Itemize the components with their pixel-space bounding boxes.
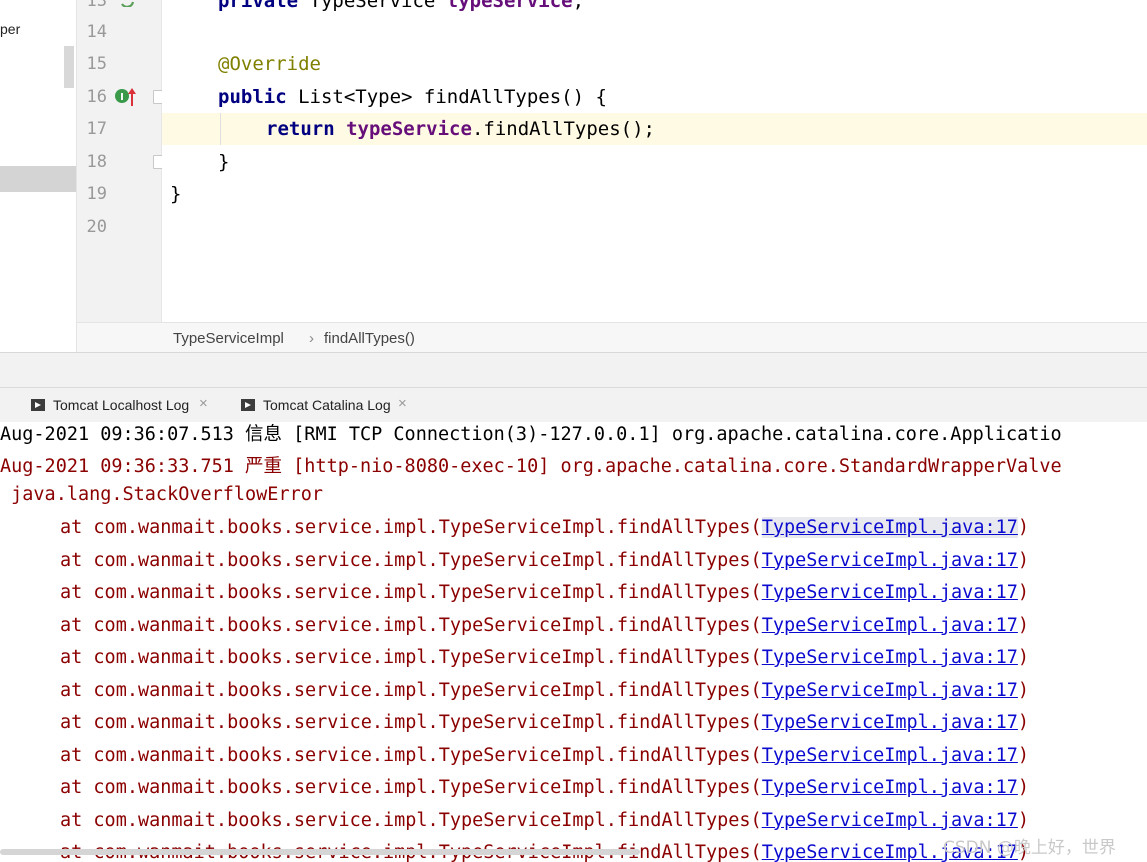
trace-frame: at com.wanmait.books.service.impl.TypeSe… xyxy=(60,549,762,571)
trace-frame: at com.wanmait.books.service.impl.TypeSe… xyxy=(60,647,762,668)
trace-paren: ) xyxy=(1017,777,1030,798)
trace-paren: ) xyxy=(1017,712,1030,733)
trace-frame: at com.wanmait.books.service.impl.TypeSe… xyxy=(60,809,762,831)
stack-trace-line[interactable]: at com.wanmait.books.service.impl.TypeSe… xyxy=(60,712,1029,733)
method-signature: List<Type> findAllTypes() { xyxy=(286,86,607,108)
trace-frame: at com.wanmait.books.service.impl.TypeSe… xyxy=(60,582,762,603)
breadcrumb-separator: › xyxy=(309,330,314,347)
trace-paren: ) xyxy=(1017,517,1030,538)
trace-paren: ) xyxy=(1017,679,1030,701)
trace-frame: at com.wanmait.books.service.impl.TypeSe… xyxy=(60,777,762,798)
console-icon xyxy=(241,399,255,411)
trace-paren: ) xyxy=(1017,582,1030,603)
field-name: typeService xyxy=(346,118,472,140)
project-panel: per xyxy=(0,0,77,352)
code-line-15[interactable]: @Override xyxy=(218,53,321,75)
field-name: typeService xyxy=(446,0,573,12)
source-link[interactable]: TypeServiceImpl.java:17 xyxy=(762,647,1018,668)
implements-method-up-arrow-icon[interactable]: I xyxy=(114,87,138,111)
console-tab-bar: Tomcat Localhost Log × Tomcat Catalina L… xyxy=(0,387,1147,423)
panel-splitter[interactable] xyxy=(0,352,1147,388)
exception-line[interactable]: java.lang.StackOverflowError xyxy=(0,484,323,505)
keyword: private xyxy=(218,0,299,12)
code-line-16[interactable]: public List<Type> findAllTypes() { xyxy=(218,86,607,108)
project-selected-row[interactable] xyxy=(0,166,76,192)
line-number: 14 xyxy=(86,22,107,42)
trace-paren: ) xyxy=(1017,549,1030,571)
trace-frame: at com.wanmait.books.service.impl.TypeSe… xyxy=(60,679,762,701)
trace-paren: ) xyxy=(1017,647,1030,668)
code-line-18[interactable]: } xyxy=(218,151,229,173)
indent-guide xyxy=(220,113,221,145)
stack-trace-line[interactable]: at com.wanmait.books.service.impl.TypeSe… xyxy=(60,517,1029,538)
project-tree-item-fragment[interactable]: per xyxy=(0,21,20,37)
line-number: 13 xyxy=(86,0,107,11)
trace-frame: at com.wanmait.books.service.impl.TypeSe… xyxy=(60,614,762,636)
editor-gutter: 13 14 15 16 17 18 19 20 I xyxy=(77,0,162,322)
type-name: TypeService xyxy=(298,0,447,12)
breadcrumb: TypeServiceImpl › findAllTypes() xyxy=(77,322,1147,353)
tab-label: Tomcat Localhost Log xyxy=(53,397,190,413)
log-line-info[interactable]: Aug-2021 09:36:07.513 信息 [RMI TCP Connec… xyxy=(0,422,1062,446)
log-line-error[interactable]: Aug-2021 09:36:33.751 严重 [http-nio-8080-… xyxy=(0,452,1062,478)
watermark: CSDN @晚上好，世界 xyxy=(943,838,1116,858)
line-number: 20 xyxy=(86,217,107,237)
trace-frame: at com.wanmait.books.service.impl.TypeSe… xyxy=(60,744,762,766)
trace-paren: ) xyxy=(1017,614,1030,636)
implemented-refresh-icon[interactable] xyxy=(115,0,137,11)
source-link[interactable]: TypeServiceImpl.java:17 xyxy=(762,550,1018,571)
breadcrumb-method[interactable]: findAllTypes() xyxy=(324,330,415,347)
line-number: 18 xyxy=(86,152,107,172)
trace-frame: at com.wanmait.books.service.impl.TypeSe… xyxy=(60,517,762,538)
code-editor[interactable]: private TypeService typeService; @Overri… xyxy=(162,0,1147,322)
svg-text:I: I xyxy=(120,92,124,103)
method-call: .findAllTypes(); xyxy=(471,118,655,140)
line-number: 17 xyxy=(86,119,107,139)
stack-trace-line[interactable]: at com.wanmait.books.service.impl.TypeSe… xyxy=(60,810,1029,831)
source-link[interactable]: TypeServiceImpl.java:17 xyxy=(762,582,1018,603)
console-horizontal-scrollbar[interactable] xyxy=(0,849,640,855)
code-line-19[interactable]: } xyxy=(170,183,181,205)
breadcrumb-class[interactable]: TypeServiceImpl xyxy=(173,330,284,347)
trace-paren: ) xyxy=(1017,809,1030,831)
stack-trace-line[interactable]: at com.wanmait.books.service.impl.TypeSe… xyxy=(60,615,1029,636)
source-link[interactable]: TypeServiceImpl.java:17 xyxy=(762,777,1018,798)
stack-trace-line[interactable]: at com.wanmait.books.service.impl.TypeSe… xyxy=(60,680,1029,701)
source-link[interactable]: TypeServiceImpl.java:17 xyxy=(762,680,1018,701)
tab-tomcat-localhost-log[interactable]: Tomcat Localhost Log × xyxy=(31,388,216,422)
code-line-13[interactable]: private TypeService typeService; xyxy=(218,0,584,12)
close-icon[interactable]: × xyxy=(199,395,208,412)
stack-trace-line[interactable]: at com.wanmait.books.service.impl.TypeSe… xyxy=(60,647,1029,668)
line-number: 15 xyxy=(86,54,107,74)
source-link[interactable]: TypeServiceImpl.java:17 xyxy=(761,517,1018,538)
project-scrollbar[interactable] xyxy=(64,46,74,88)
stack-trace-line[interactable]: at com.wanmait.books.service.impl.TypeSe… xyxy=(60,582,1029,603)
line-number: 19 xyxy=(86,184,107,204)
source-link[interactable]: TypeServiceImpl.java:17 xyxy=(762,712,1018,733)
tab-tomcat-catalina-log[interactable]: Tomcat Catalina Log × xyxy=(241,388,416,422)
source-link[interactable]: TypeServiceImpl.java:17 xyxy=(762,810,1018,831)
console-icon xyxy=(31,399,45,411)
stack-trace-line[interactable]: at com.wanmait.books.service.impl.TypeSe… xyxy=(60,745,1029,766)
source-link[interactable]: TypeServiceImpl.java:17 xyxy=(762,745,1018,766)
keyword: return xyxy=(266,118,335,140)
punctuation: ; xyxy=(572,0,585,12)
stack-trace-line[interactable]: at com.wanmait.books.service.impl.TypeSe… xyxy=(60,550,1029,571)
keyword: public xyxy=(218,86,287,108)
tab-label: Tomcat Catalina Log xyxy=(263,397,391,413)
trace-paren: ) xyxy=(1017,744,1030,766)
close-icon[interactable]: × xyxy=(398,395,407,412)
line-number: 16 xyxy=(86,87,107,107)
source-link[interactable]: TypeServiceImpl.java:17 xyxy=(762,615,1018,636)
stack-trace-line[interactable]: at com.wanmait.books.service.impl.TypeSe… xyxy=(60,777,1029,798)
console-output[interactable]: Aug-2021 09:36:07.513 信息 [RMI TCP Connec… xyxy=(0,422,1147,862)
code-line-17[interactable]: return typeService.findAllTypes(); xyxy=(266,118,655,140)
trace-frame: at com.wanmait.books.service.impl.TypeSe… xyxy=(60,712,762,733)
